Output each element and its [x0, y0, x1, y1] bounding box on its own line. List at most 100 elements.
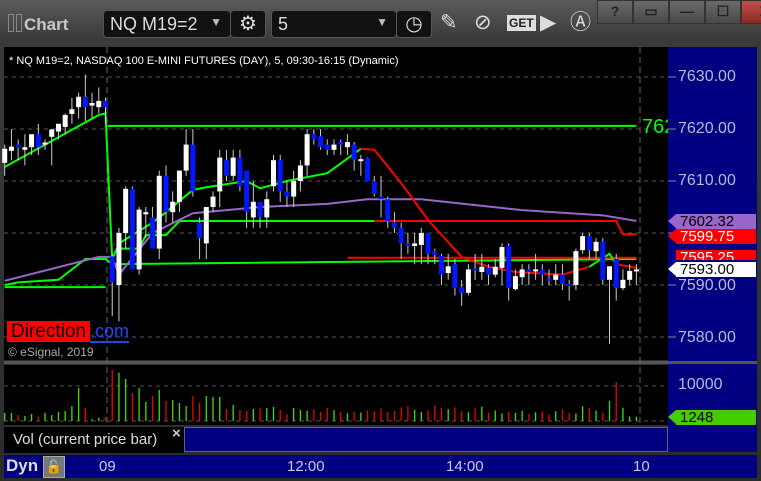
candle-body: [418, 233, 424, 245]
candle-body: [197, 222, 203, 239]
candle-body: [22, 147, 28, 150]
candle-body: [573, 251, 579, 285]
volume-tag: 1248: [668, 410, 756, 425]
candle-body: [69, 109, 75, 114]
candle-body: [465, 269, 471, 293]
candle-body: [190, 144, 196, 192]
chart-header: * NQ M19=2, NASDAQ 100 E-MINI FUTURES (D…: [9, 55, 399, 67]
candle-body: [324, 144, 330, 150]
indicator-line: [4, 198, 637, 282]
candle-body: [472, 268, 478, 271]
candle-body: [506, 246, 512, 289]
candle-body: [539, 269, 545, 275]
candle-body: [391, 222, 397, 228]
candle-body: [600, 241, 606, 280]
candle-body: [2, 148, 8, 163]
candle-body: [526, 269, 532, 272]
candle-body: [250, 201, 256, 218]
candle-body: [613, 259, 619, 289]
candle-body: [116, 233, 122, 285]
candle-body: [378, 196, 384, 200]
candle-body: [109, 256, 115, 283]
candle-body: [553, 274, 559, 280]
level-label: 762: [642, 116, 668, 138]
volume-study-name: Vol (current price bar): [13, 431, 158, 448]
direction-logo[interactable]: Direction .com: [7, 321, 129, 343]
candle-body: [459, 287, 465, 293]
candle-body: [519, 269, 525, 278]
candle-body: [304, 134, 310, 166]
price-label: 7580.00: [678, 329, 736, 346]
indicator-line: [616, 263, 637, 269]
candle-body: [223, 160, 229, 176]
candle-body: [123, 188, 129, 233]
candle-body: [203, 207, 209, 244]
candle-body: [559, 274, 565, 284]
candle-body: [129, 188, 135, 270]
candle-body: [586, 236, 592, 251]
candle-body: [371, 181, 377, 194]
candle-body: [344, 142, 350, 148]
candle-body: [89, 103, 95, 106]
candle-body: [163, 175, 169, 213]
candle-body: [257, 201, 263, 218]
candle-body: [398, 227, 404, 244]
candle-body: [499, 247, 505, 268]
candle-body: [593, 241, 599, 252]
price-label: 7620.00: [678, 120, 736, 137]
candle-body: [264, 199, 270, 218]
candle-body: [217, 157, 223, 192]
candle-body: [62, 114, 68, 127]
candle-body: [425, 233, 431, 254]
logo-text: Direction: [7, 321, 90, 342]
time-label: 09: [99, 458, 116, 475]
candle-body: [176, 170, 182, 202]
candle-body: [96, 100, 102, 108]
candle-body: [479, 266, 485, 272]
candle-body: [492, 266, 498, 275]
candle-body: [405, 243, 411, 246]
indicator-line: [374, 220, 637, 236]
candle-body: [412, 243, 418, 246]
candle-body: [633, 269, 639, 272]
lock-icon[interactable]: 🔓: [43, 456, 65, 478]
candle-body: [627, 270, 633, 280]
candle-body: [237, 157, 243, 187]
candle-body: [29, 134, 35, 148]
candle-body: [143, 212, 149, 215]
price-label: 7630.00: [678, 68, 736, 85]
candle-body: [546, 278, 552, 281]
price-label: 7590.00: [678, 277, 736, 294]
time-label: 12:00: [287, 458, 325, 475]
candle-body: [452, 264, 458, 289]
candle-body: [607, 266, 612, 280]
candle-body: [432, 251, 438, 255]
candle-body: [291, 181, 297, 197]
candle-body: [566, 283, 572, 286]
candle-body: [385, 199, 391, 222]
time-label: 14:00: [446, 458, 484, 475]
dynamic-mode-label[interactable]: Dyn: [6, 456, 38, 476]
vwap-price-tag: 7602.32: [668, 214, 756, 229]
candle-body: [365, 158, 371, 181]
level-price-tag: 7595.25: [676, 250, 756, 260]
candle-body: [277, 160, 283, 192]
candle-body: [183, 144, 189, 171]
candlestick-chart: [2, 47, 676, 461]
volume-study-label[interactable]: Vol (current price bar) ×: [4, 425, 184, 453]
candle-body: [55, 123, 61, 132]
candle-body: [512, 276, 518, 290]
candle-body: [230, 157, 236, 176]
candle-body: [331, 144, 337, 150]
candle-body: [103, 100, 108, 108]
candle-body: [351, 144, 357, 161]
candle-body: [271, 160, 276, 187]
candle-body: [76, 96, 82, 108]
volume-nav-bar: [184, 427, 668, 452]
candle-body: [445, 266, 451, 274]
candle-body: [311, 134, 317, 140]
candle-body: [150, 217, 156, 249]
candle-body: [620, 279, 626, 289]
close-study-icon[interactable]: ×: [172, 425, 181, 442]
candle-body: [82, 96, 88, 108]
